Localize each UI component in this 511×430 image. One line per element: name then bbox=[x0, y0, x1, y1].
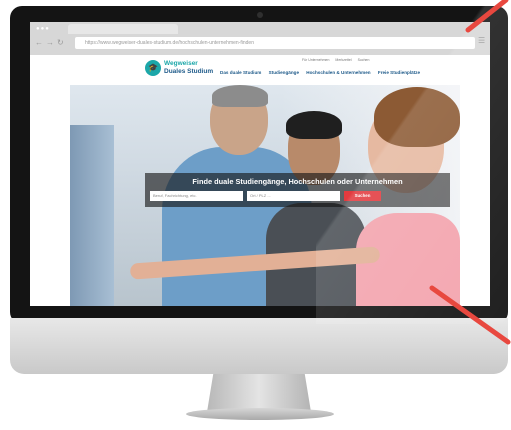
utility-links: Für Unternehmen Merkzettel Suchen bbox=[302, 58, 374, 62]
hero-image: Finde duale Studiengänge, Hochschulen od… bbox=[70, 85, 460, 306]
monitor-stand-neck bbox=[207, 374, 311, 412]
monitor-stand-foot bbox=[186, 408, 334, 420]
utility-link-merkzettel[interactable]: Merkzettel bbox=[335, 58, 351, 62]
window-dots-icon[interactable]: ●●● bbox=[36, 26, 50, 32]
nav-item-freie-studienplaetze[interactable]: Freie Studienplätze bbox=[378, 70, 420, 75]
red-arrow-top-icon bbox=[465, 0, 509, 33]
red-arrow-bottom-icon bbox=[429, 285, 511, 345]
site-header: 🎓 Wegweiser Duales Studium Für Unternehm… bbox=[30, 55, 490, 85]
main-nav: Das duale Studium Studiengänge Hochschul… bbox=[220, 70, 426, 75]
reload-icon[interactable]: ↻ bbox=[57, 38, 67, 47]
photo-woman-hair bbox=[374, 87, 460, 147]
back-icon[interactable]: ← bbox=[35, 38, 46, 47]
browser-nav-buttons: ←→↻ bbox=[35, 38, 67, 47]
browser-chrome: ●●● ←→↻ https://www.wegweiser-duales-stu… bbox=[30, 22, 490, 55]
utility-link-unternehmen[interactable]: Für Unternehmen bbox=[302, 58, 329, 62]
utility-link-suchen[interactable]: Suchen bbox=[358, 58, 370, 62]
logo-line-2[interactable]: Duales Studium bbox=[164, 68, 213, 75]
search-input[interactable]: Beruf, Fachrichtung, etc. bbox=[150, 191, 243, 201]
location-input[interactable]: Ort / PLZ ... bbox=[247, 191, 340, 201]
address-bar[interactable]: https://www.wegweiser-duales-studium.de/… bbox=[75, 37, 475, 49]
search-panel: Finde duale Studiengänge, Hochschulen od… bbox=[145, 173, 450, 207]
monitor-screen: ●●● ←→↻ https://www.wegweiser-duales-stu… bbox=[30, 22, 490, 306]
photo-young-man-hair bbox=[286, 111, 342, 139]
graduation-cap-icon[interactable]: 🎓 bbox=[145, 60, 161, 76]
photo-man-hair bbox=[212, 85, 268, 107]
browser-tab[interactable] bbox=[68, 24, 178, 34]
forward-icon[interactable]: → bbox=[46, 38, 57, 47]
camera-icon bbox=[257, 12, 263, 18]
address-bar-url: https://www.wegweiser-duales-studium.de/… bbox=[85, 40, 254, 46]
search-title: Finde duale Studiengänge, Hochschulen od… bbox=[192, 177, 403, 186]
nav-item-hochschulen-unternehmen[interactable]: Hochschulen & Unternehmen bbox=[306, 70, 370, 75]
nav-item-studiengaenge[interactable]: Studiengänge bbox=[269, 70, 299, 75]
photo-monitor bbox=[70, 125, 114, 306]
search-button[interactable]: Suchen bbox=[344, 191, 381, 201]
nav-item-duales-studium[interactable]: Das duale Studium bbox=[220, 70, 261, 75]
logo-line-1[interactable]: Wegweiser bbox=[164, 60, 198, 67]
